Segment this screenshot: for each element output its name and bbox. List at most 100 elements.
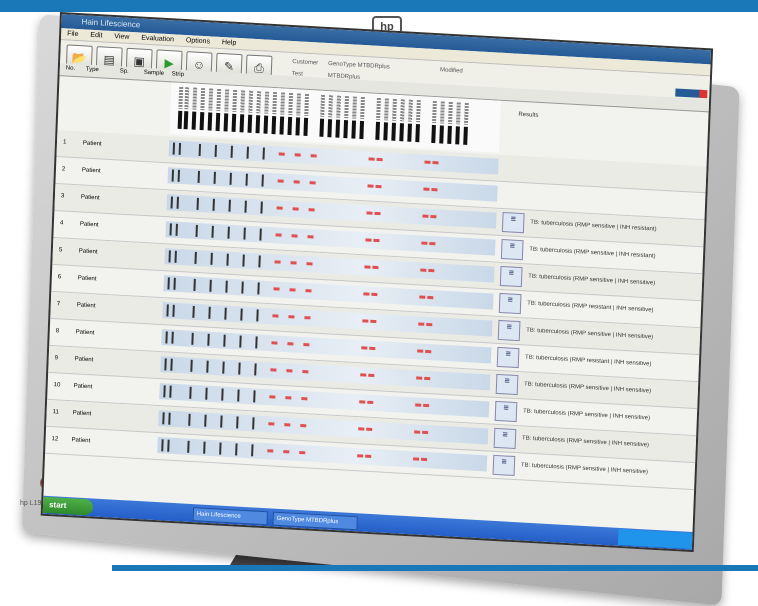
strip-thumbnail-icon[interactable]: ≡ [493, 427, 517, 450]
strip-thumbnail-icon[interactable]: ≡ [501, 211, 525, 234]
band [178, 142, 182, 155]
col-strip[interactable]: Strip [172, 71, 185, 78]
menu-evaluation[interactable]: Evaluation [141, 35, 174, 44]
start-button[interactable]: start [42, 496, 94, 516]
band-label [216, 88, 222, 112]
positive-band [373, 238, 380, 243]
band-marker [447, 125, 452, 145]
band-label [178, 86, 184, 109]
band [187, 440, 190, 453]
band [190, 359, 193, 372]
band [227, 226, 230, 239]
band-marker [319, 118, 325, 137]
band-label [296, 93, 302, 116]
row-number: 4 [59, 220, 64, 227]
band-marker [255, 115, 261, 134]
col-sp[interactable]: Sp. [120, 68, 129, 74]
band [210, 252, 213, 265]
strip-thumbnail-icon[interactable]: ≡ [494, 400, 518, 423]
band [245, 173, 248, 186]
positive-band [275, 233, 282, 237]
row-result: TB: tuberculosis (RMP sensitive | INH se… [526, 327, 654, 341]
band-marker [295, 117, 301, 136]
row-number: 3 [60, 193, 65, 200]
col-results[interactable]: Results [518, 112, 538, 119]
positive-band [304, 316, 311, 320]
positive-band [299, 450, 306, 455]
positive-band [375, 184, 382, 189]
band [237, 389, 240, 402]
band-label [256, 91, 262, 114]
positive-band [367, 184, 374, 188]
positive-band [415, 403, 422, 407]
menu-help[interactable]: Help [222, 39, 237, 47]
strip-thumbnail-icon[interactable]: ≡ [492, 454, 516, 477]
positive-band [309, 181, 316, 185]
menu-view[interactable]: View [114, 33, 129, 41]
band [164, 358, 167, 371]
positive-band [362, 319, 369, 323]
band [235, 443, 238, 456]
band-marker [191, 111, 197, 130]
positive-band [307, 235, 314, 239]
band-label [392, 98, 397, 121]
positive-band [369, 346, 376, 351]
band [171, 331, 174, 344]
band [176, 196, 179, 209]
taskbar-item[interactable]: GenoType MTBDRplus [272, 511, 358, 531]
band-label [272, 92, 278, 115]
col-sample[interactable]: Sample [144, 70, 165, 77]
band [203, 441, 206, 454]
col-no[interactable]: No. [66, 65, 76, 72]
band [195, 224, 198, 237]
band-marker [351, 120, 357, 139]
strip-thumbnail-icon[interactable]: ≡ [498, 292, 522, 315]
row-type: Patient [81, 167, 101, 175]
menu-file[interactable]: File [67, 30, 79, 38]
strip-thumbnail-icon[interactable]: ≡ [500, 238, 524, 261]
positive-band [302, 370, 309, 374]
col-type[interactable]: Type [86, 67, 99, 74]
taskbar-item[interactable]: Hain Lifescience [192, 507, 268, 526]
band [214, 144, 218, 157]
positive-band [430, 214, 437, 219]
positive-band [273, 287, 280, 291]
strip-thumbnail-icon[interactable]: ≡ [497, 319, 521, 342]
band [243, 227, 246, 240]
band-marker [455, 126, 460, 145]
positive-band [306, 262, 313, 266]
menu-options[interactable]: Options [186, 37, 210, 45]
positive-band [301, 397, 308, 401]
strip-thumbnail-icon[interactable]: ≡ [495, 373, 519, 396]
positive-band [417, 349, 424, 353]
positive-band [428, 268, 435, 273]
row-result: TB: tuberculosis (RMP resistant | INH se… [524, 354, 652, 368]
band-marker [223, 113, 229, 132]
band [192, 305, 195, 318]
band [207, 333, 210, 346]
band-marker [327, 119, 333, 138]
menu-edit[interactable]: Edit [90, 32, 102, 40]
positive-band [368, 157, 375, 161]
band [197, 170, 200, 184]
band [239, 335, 242, 348]
positive-band [276, 206, 283, 210]
row-result: TB: tuberculosis (RMP sensitive | INH se… [522, 408, 651, 422]
band [255, 336, 258, 349]
results-table: 1 Patient 2 Patient 3 Patient ≡ TB: tuberculosi… [45, 130, 707, 491]
positive-band [285, 396, 292, 400]
positive-band [288, 315, 295, 319]
row-number: 5 [58, 247, 63, 254]
positive-band [359, 400, 366, 404]
strip-thumbnail-icon[interactable]: ≡ [499, 265, 523, 288]
strip-thumbnail-icon[interactable]: ≡ [496, 346, 520, 369]
positive-band [425, 349, 432, 354]
band-label [288, 92, 294, 116]
band-marker [231, 113, 237, 132]
band-label [280, 92, 286, 115]
row-number: 8 [55, 328, 60, 335]
positive-band [414, 430, 421, 434]
close-icon[interactable] [699, 89, 708, 99]
band [220, 415, 223, 428]
row-type: Patient [82, 140, 102, 148]
